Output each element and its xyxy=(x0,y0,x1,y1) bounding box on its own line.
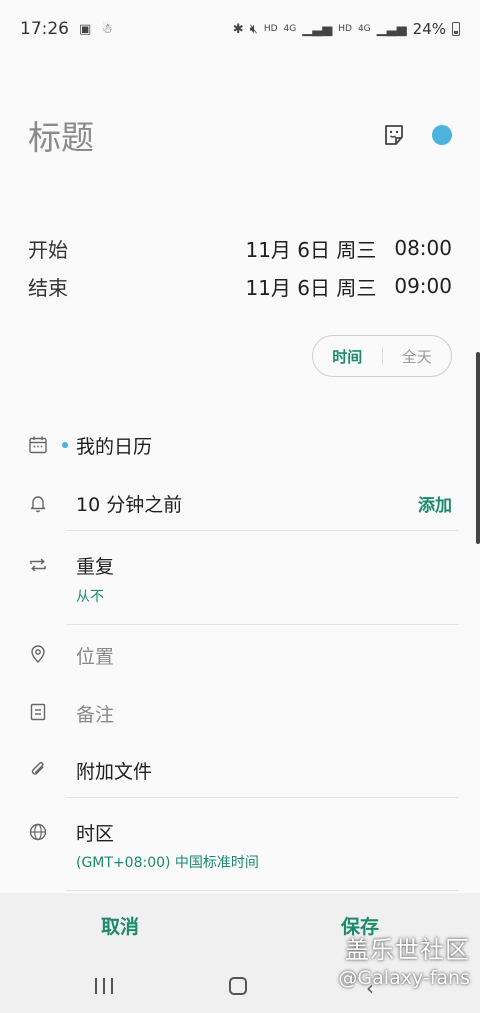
sticker-icon[interactable] xyxy=(382,123,406,147)
notes-input[interactable]: 备注 xyxy=(76,700,114,727)
hd-label-1: HD xyxy=(263,24,278,34)
divider xyxy=(67,890,459,891)
watermark-line2: @Galaxy-fans xyxy=(338,967,470,989)
start-row[interactable]: 开始 11月 6日 周三 08:00 xyxy=(28,230,452,266)
start-label: 开始 xyxy=(28,237,68,262)
watermark: 盖乐世社区 @Galaxy-fans xyxy=(338,930,470,989)
repeat-icon xyxy=(30,558,46,572)
network-label-1: 4G xyxy=(283,24,297,34)
timezone-value: (GMT+08:00) 中国标准时间 xyxy=(76,855,259,871)
hd-label-2: HD xyxy=(338,24,352,34)
repeat-row[interactable]: 重复 从不 xyxy=(28,552,460,608)
paperclip-icon xyxy=(31,762,44,775)
mute-icon: 🔇︎ xyxy=(249,21,258,37)
divider xyxy=(67,530,459,531)
notes-row[interactable]: 备注 xyxy=(28,700,460,728)
divider xyxy=(67,624,459,625)
event-color-picker[interactable] xyxy=(432,125,452,145)
toggle-time-option[interactable]: 时间 xyxy=(313,346,382,367)
calendar-color-dot xyxy=(62,442,68,448)
home-icon[interactable] xyxy=(229,977,247,995)
signal-icon-2: ▁▃▅ xyxy=(376,21,407,37)
start-time[interactable]: 08:00 xyxy=(394,236,452,260)
timezone-row[interactable]: 时区 (GMT+08:00) 中国标准时间 xyxy=(28,819,460,875)
timezone-label: 时区 xyxy=(76,823,115,845)
repeat-value: 从不 xyxy=(76,589,104,605)
status-time: 17:26 xyxy=(20,19,69,39)
end-row[interactable]: 结束 11月 6日 周三 09:00 xyxy=(28,268,452,304)
calendar-name[interactable]: 我的日历 xyxy=(76,432,152,459)
location-input[interactable]: 位置 xyxy=(76,642,114,669)
end-time[interactable]: 09:00 xyxy=(394,274,452,298)
calendar-icon xyxy=(29,436,47,454)
time-allday-toggle[interactable]: 时间 全天 xyxy=(312,335,452,377)
divider xyxy=(67,797,459,798)
watermark-line1: 盖乐世社区 xyxy=(345,936,470,964)
status-bar: 17:26 ▣ ☃ ✱ 🔇︎ HD 4G ▁▃▅ HD 4G ▁▃▅ 24% xyxy=(0,0,480,58)
attachment-label[interactable]: 附加文件 xyxy=(76,757,152,784)
location-pin-icon xyxy=(31,645,45,663)
end-label: 结束 xyxy=(28,275,68,300)
signal-icon: ▁▃▅ xyxy=(302,21,333,37)
calendar-row[interactable]: 我的日历 xyxy=(28,432,460,460)
title-row: 标题 xyxy=(28,110,452,160)
title-input[interactable]: 标题 xyxy=(28,111,382,159)
bluetooth-icon: ✱ xyxy=(232,21,244,37)
start-date[interactable]: 11月 6日 周三 xyxy=(245,234,376,263)
bell-icon xyxy=(30,496,46,513)
scrollbar[interactable] xyxy=(476,352,480,544)
battery-icon xyxy=(452,22,460,36)
image-icon: ▣ xyxy=(79,21,92,37)
notes-icon xyxy=(30,703,46,721)
network-label-2: 4G xyxy=(357,24,371,34)
recent-apps-icon[interactable] xyxy=(95,978,113,994)
notification-icon: ☃ xyxy=(101,21,113,37)
add-reminder-button[interactable]: 添加 xyxy=(418,491,452,516)
cancel-button[interactable]: 取消 xyxy=(0,912,240,939)
end-date[interactable]: 11月 6日 周三 xyxy=(245,272,376,301)
reminder-value[interactable]: 10 分钟之前 xyxy=(76,490,182,517)
toggle-allday-option[interactable]: 全天 xyxy=(383,346,452,367)
globe-icon xyxy=(29,823,47,841)
attachment-row[interactable]: 附加文件 xyxy=(28,757,460,785)
repeat-label: 重复 xyxy=(76,556,115,578)
location-row[interactable]: 位置 xyxy=(28,642,460,670)
battery-percent: 24% xyxy=(412,20,446,38)
reminder-row[interactable]: 10 分钟之前 添加 xyxy=(28,490,460,518)
